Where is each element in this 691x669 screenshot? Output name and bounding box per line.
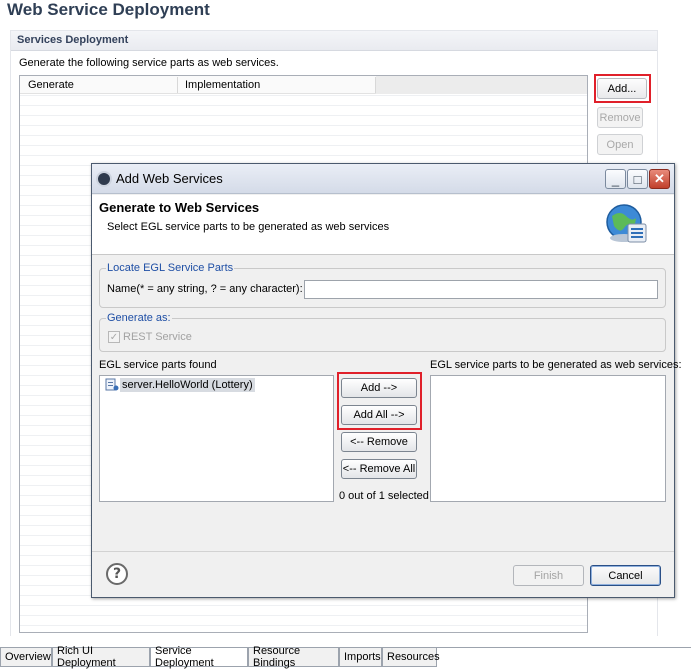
locate-group-label: Locate EGL Service Parts xyxy=(106,262,235,274)
close-icon[interactable]: ✕ xyxy=(649,169,670,189)
cancel-button[interactable]: Cancel xyxy=(590,565,661,586)
remove-all-button[interactable]: <-- Remove All xyxy=(341,459,417,479)
maximize-icon[interactable]: □ xyxy=(627,169,648,189)
help-icon[interactable]: ? xyxy=(106,563,128,585)
add-all-button[interactable]: Add All --> xyxy=(341,405,417,425)
column-divider xyxy=(177,77,178,93)
open-service-button[interactable]: Open xyxy=(597,134,643,155)
web-service-globe-icon xyxy=(606,204,647,243)
footer-separator xyxy=(92,551,674,552)
tab-rich-ui-deployment[interactable]: Rich UI Deployment xyxy=(52,645,150,669)
rest-service-label: REST Service xyxy=(123,331,192,343)
name-filter-label: Name(* = any string, ? = any character): xyxy=(107,283,303,295)
column-header-implementation[interactable]: Implementation xyxy=(185,79,260,91)
finish-button[interactable]: Finish xyxy=(513,565,584,586)
remove-service-button[interactable]: Remove xyxy=(597,107,643,128)
add-service-button[interactable]: Add... xyxy=(597,78,647,99)
found-parts-list[interactable] xyxy=(99,375,334,502)
eclipse-icon xyxy=(96,171,112,187)
dialog-title: Add Web Services xyxy=(116,171,223,186)
dialog-heading: Generate to Web Services xyxy=(99,200,260,215)
tab-service-deployment[interactable]: Service Deployment xyxy=(150,645,248,669)
section-title: Services Deployment xyxy=(17,34,129,46)
page-title: Web Service Deployment xyxy=(7,0,210,19)
list-item[interactable]: server.HelloWorld (Lottery) xyxy=(120,378,255,392)
tab-resources[interactable]: Resources xyxy=(382,648,440,667)
selection-count: 0 out of 1 selected xyxy=(339,490,429,502)
table-header-filler xyxy=(376,76,587,94)
target-parts-list[interactable] xyxy=(430,375,666,502)
rest-service-checkbox[interactable]: ✓ xyxy=(108,331,120,343)
service-part-icon xyxy=(105,378,119,391)
remove-button[interactable]: <-- Remove xyxy=(341,432,417,452)
name-filter-input[interactable] xyxy=(304,280,658,299)
column-header-generate[interactable]: Generate xyxy=(28,79,74,91)
tab-overview[interactable]: Overview xyxy=(0,648,52,667)
target-parts-label: EGL service parts to be generated as web… xyxy=(430,359,682,371)
add-button[interactable]: Add --> xyxy=(341,378,417,398)
minimize-icon[interactable]: _ xyxy=(605,169,626,189)
column-divider xyxy=(375,77,376,93)
section-description: Generate the following service parts as … xyxy=(19,57,279,69)
generate-as-label: Generate as: xyxy=(106,312,172,324)
tab-imports[interactable]: Imports xyxy=(339,648,382,667)
tab-resource-bindings[interactable]: Resource Bindings xyxy=(248,645,339,669)
dialog-description: Select EGL service parts to be generated… xyxy=(107,221,390,233)
found-parts-label: EGL service parts found xyxy=(99,359,217,371)
